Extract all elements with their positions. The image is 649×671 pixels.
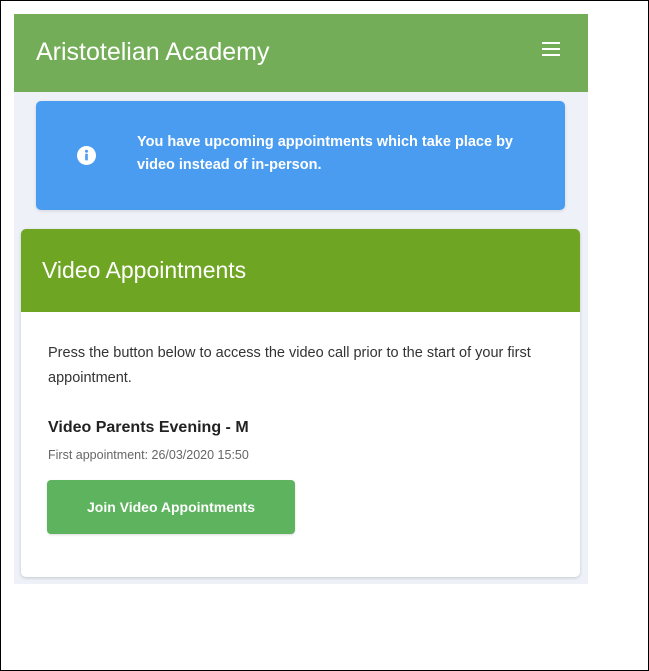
info-alert: You have upcoming appointments which tak…: [36, 101, 565, 210]
navbar: Aristotelian Academy: [14, 14, 588, 92]
brand-title[interactable]: Aristotelian Academy: [36, 36, 269, 68]
first-appointment-time: First appointment: 26/03/2020 15:50: [48, 448, 249, 462]
card-header: Video Appointments: [21, 229, 580, 312]
screenshot-frame: Aristotelian Academy You have upcoming a…: [0, 0, 649, 671]
app-container: Aristotelian Academy You have upcoming a…: [14, 14, 588, 584]
video-appointments-card: Video Appointments Press the button belo…: [21, 229, 580, 577]
card-title: Video Appointments: [42, 257, 247, 283]
info-circle-icon: [77, 146, 96, 165]
event-title: Video Parents Evening - M: [48, 419, 249, 436]
card-description: Press the button below to access the vid…: [48, 345, 531, 386]
join-video-appointments-button[interactable]: Join Video Appointments: [47, 480, 295, 534]
hamburger-menu-icon[interactable]: [542, 42, 560, 56]
alert-message: You have upcoming appointments which tak…: [137, 134, 513, 173]
